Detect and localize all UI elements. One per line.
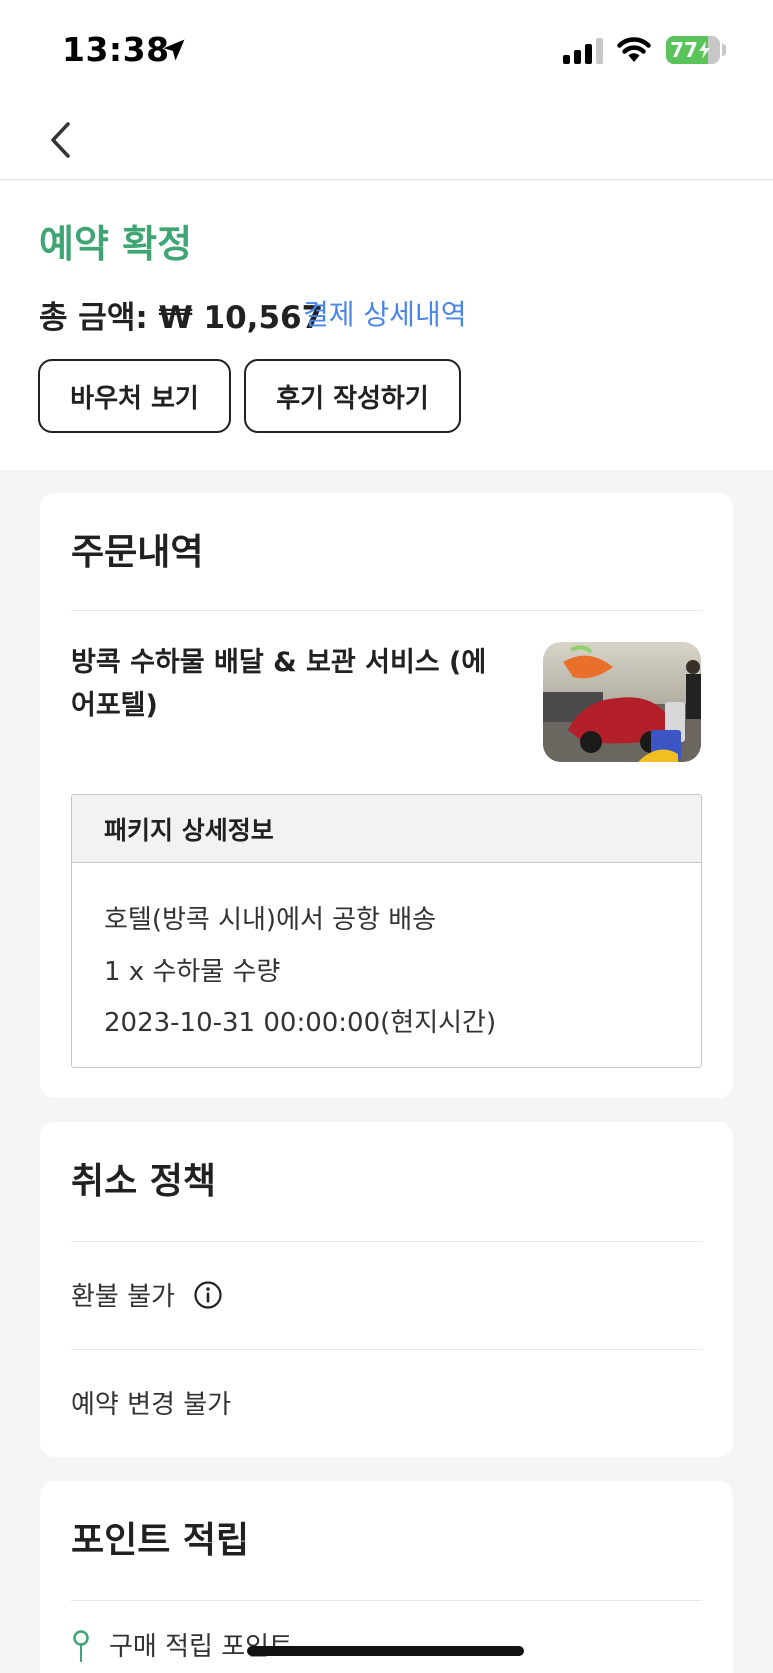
points-title: 포인트 적립 xyxy=(71,1520,250,1561)
wifi-icon xyxy=(617,37,651,62)
divider xyxy=(71,1349,702,1350)
product-name[interactable]: 방콕 수하물 배달 & 보관 서비스 (에어포텔) xyxy=(71,641,511,727)
divider xyxy=(71,1241,702,1242)
order-details-title: 주문내역 xyxy=(71,532,204,573)
cancel-policy-card: 취소 정책 환불 불가 예약 변경 불가 xyxy=(40,1122,733,1457)
home-indicator[interactable] xyxy=(247,1646,524,1656)
divider xyxy=(71,610,702,611)
status-bar: 13:38 77 xyxy=(0,0,773,100)
timeline-dot-icon xyxy=(73,1629,89,1662)
total-amount: 총 금액: ₩ 10,567 xyxy=(39,300,324,336)
view-voucher-button[interactable]: 바우처 보기 xyxy=(38,359,231,433)
product-thumbnail[interactable] xyxy=(543,642,701,762)
policy-item-no-change: 예약 변경 불가 xyxy=(71,1384,231,1421)
policy-item-label: 예약 변경 불가 xyxy=(71,1390,232,1420)
policy-item-no-refund: 환불 불가 xyxy=(71,1276,223,1313)
booking-status-title: 예약 확정 xyxy=(39,222,193,266)
cancel-policy-title: 취소 정책 xyxy=(71,1161,217,1202)
booking-summary: 예약 확정 총 금액: ₩ 10,567 결제 상세내역 바우처 보기 후기 작… xyxy=(0,181,773,470)
battery-charging-icon: 77 xyxy=(666,36,720,64)
write-review-button[interactable]: 후기 작성하기 xyxy=(244,359,461,433)
location-arrow-icon xyxy=(163,39,185,61)
charging-bolt-icon xyxy=(698,41,710,59)
order-details-card: 주문내역 방콕 수하물 배달 & 보관 서비스 (에어포텔) 패키지 상세정보 … xyxy=(40,493,733,1098)
payment-details-link[interactable]: 결제 상세내역 xyxy=(303,293,466,333)
chevron-left-icon xyxy=(51,122,70,158)
nav-bar xyxy=(0,100,773,180)
package-detail-line: 호텔(방콕 시내)에서 공항 배송 xyxy=(104,905,437,935)
package-details-box: 패키지 상세정보 호텔(방콕 시내)에서 공항 배송 1 x 수하물 수량 20… xyxy=(71,794,702,1068)
package-details-title: 패키지 상세정보 xyxy=(72,795,701,863)
status-time: 13:38 xyxy=(62,30,170,69)
point-item: 구매 적립 포인트 xyxy=(71,1626,293,1663)
battery-cap xyxy=(722,44,726,56)
points-card: 포인트 적립 구매 적립 포인트 xyxy=(40,1481,733,1673)
cellular-signal-icon xyxy=(563,38,603,64)
battery-level-text: 77 xyxy=(670,38,698,62)
package-detail-line: 2023-10-31 00:00:00(현지시간) xyxy=(104,1008,497,1038)
policy-item-label: 환불 불가 xyxy=(71,1282,175,1312)
divider xyxy=(71,1600,702,1601)
package-detail-line: 1 x 수하물 수량 xyxy=(104,957,281,987)
back-button[interactable] xyxy=(40,116,80,164)
info-icon[interactable] xyxy=(193,1280,223,1310)
point-item-label: 구매 적립 포인트 xyxy=(109,1632,293,1662)
